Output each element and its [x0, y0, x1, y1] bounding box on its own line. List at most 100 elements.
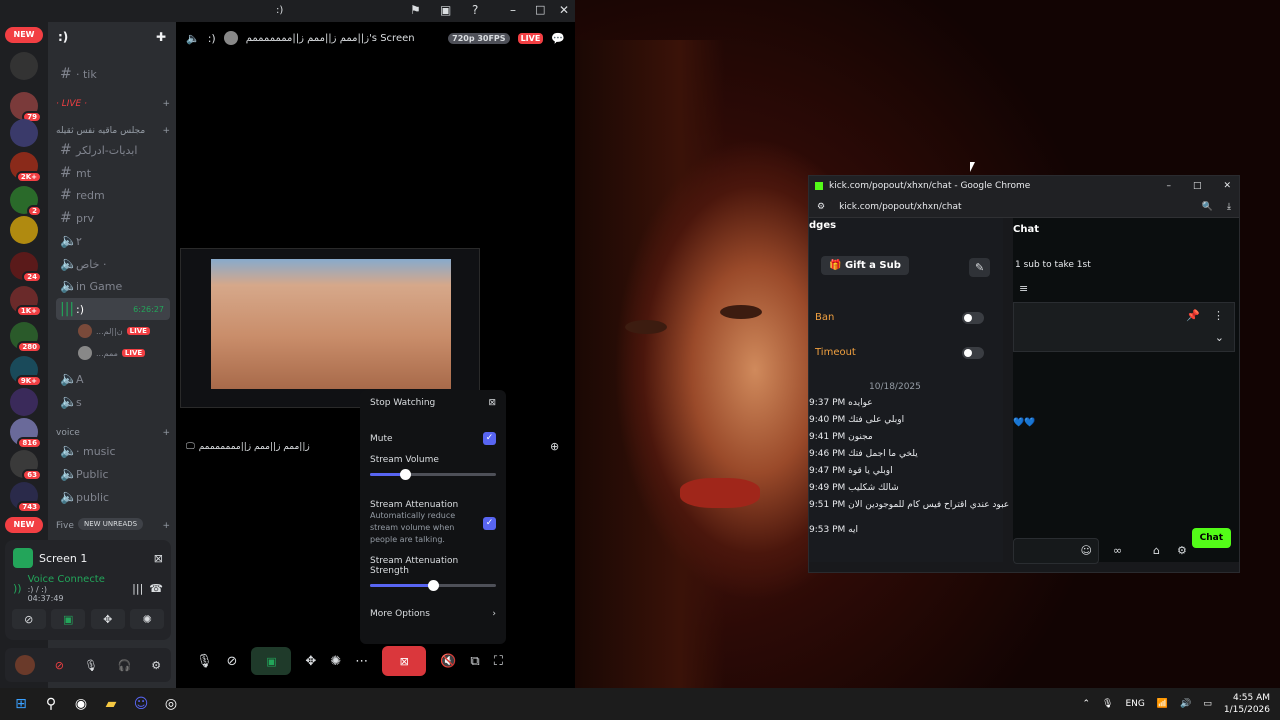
- discord-icon[interactable]: ☺: [130, 693, 152, 715]
- close-preview-icon[interactable]: ⊠: [154, 552, 163, 565]
- voice-channel-in-game[interactable]: 🔈 in Game: [56, 275, 170, 297]
- server-icon[interactable]: 24: [10, 252, 42, 283]
- add-channel-icon[interactable]: +: [162, 99, 170, 109]
- new-pill-top[interactable]: NEW: [5, 27, 43, 43]
- voice-channel-public[interactable]: 🔈 Public: [56, 463, 170, 485]
- avatar[interactable]: [14, 655, 35, 675]
- voice-channel-public-2[interactable]: 🔈 public: [56, 486, 170, 508]
- search-icon[interactable]: ⚲: [40, 693, 62, 715]
- chat-message[interactable]: 9:46 PM يلخي ما اجمل فتك: [809, 449, 918, 459]
- noise-suppression-icon[interactable]: |||: [132, 582, 143, 595]
- timeout-toggle[interactable]: [962, 347, 984, 359]
- pin-icon[interactable]: 📌: [1186, 309, 1200, 322]
- checkbox-checked-icon[interactable]: ✓: [483, 516, 496, 530]
- more-icon[interactable]: ⋮: [1213, 309, 1224, 322]
- stream-video[interactable]: [180, 248, 480, 408]
- screen-share-button[interactable]: ▣: [251, 647, 292, 675]
- channel-mt[interactable]: # mt: [56, 162, 170, 184]
- maximize-icon[interactable]: □: [535, 3, 545, 16]
- settings-gear-icon[interactable]: ⚙: [1177, 544, 1187, 557]
- server-icon[interactable]: 816: [10, 418, 42, 449]
- zoom-icon[interactable]: ⊕: [550, 440, 559, 453]
- channel-redm[interactable]: # redm: [56, 184, 170, 206]
- help-icon[interactable]: ?: [472, 3, 478, 17]
- clock[interactable]: 4:55 AM 1/15/2026: [1224, 692, 1270, 716]
- maximize-icon[interactable]: □: [1193, 181, 1202, 191]
- server-icon[interactable]: 1K+: [10, 286, 42, 317]
- mute-item[interactable]: Mute ✓: [370, 432, 496, 445]
- checkbox-checked-icon[interactable]: ✓: [483, 432, 496, 445]
- channel-arabic[interactable]: # ابديات-ادرلكر: [56, 139, 170, 161]
- voice-channel-active[interactable]: |||:) 6:26:27: [56, 298, 170, 320]
- filter-icon[interactable]: ≡: [1019, 282, 1028, 295]
- server-icon[interactable]: 743: [10, 482, 42, 513]
- close-icon[interactable]: ✕: [1223, 181, 1231, 191]
- stream-volume-slider[interactable]: [370, 469, 496, 480]
- channel-prv[interactable]: # prv: [56, 207, 170, 229]
- more-options-item[interactable]: More Options ›: [370, 609, 496, 619]
- screen-share-button[interactable]: ▣: [51, 609, 86, 629]
- stream-attenuation-item[interactable]: Stream Attenuation Automatically reduce s…: [370, 500, 496, 546]
- mod-action-icon[interactable]: ✎: [969, 258, 991, 277]
- voice-channel-a[interactable]: 🔈 A: [56, 368, 170, 390]
- chevron-up-icon[interactable]: ⌃: [1083, 699, 1091, 709]
- microphone-icon[interactable]: 🎙: [84, 659, 98, 672]
- windows-start-icon[interactable]: ⊞: [10, 693, 32, 715]
- chat-message[interactable]: 9:47 PM اوبلي يا قوة: [809, 466, 893, 476]
- chat-input[interactable]: ☺: [1013, 538, 1099, 564]
- stop-watching-item[interactable]: Stop Watching ⊠: [370, 398, 496, 408]
- battery-icon[interactable]: ▭: [1203, 699, 1212, 709]
- server-icon[interactable]: [10, 52, 38, 80]
- server-icon[interactable]: 280: [10, 322, 42, 353]
- chat-send-button[interactable]: Chat: [1191, 528, 1231, 548]
- inbox-icon[interactable]: ⚑: [410, 3, 421, 17]
- voice-channel-khas[interactable]: 🔈 خاص ·: [56, 253, 170, 275]
- slider-knob[interactable]: [400, 469, 412, 480]
- add-channel-icon[interactable]: +: [162, 428, 170, 438]
- new-unreads-pill[interactable]: NEW UNREADS: [78, 518, 144, 530]
- chrome-icon[interactable]: ◉: [70, 693, 92, 715]
- volume-icon[interactable]: 🔊: [1180, 699, 1191, 709]
- camera-off-button[interactable]: ⊘: [11, 609, 46, 629]
- users-icon[interactable]: ∞: [1113, 544, 1122, 557]
- category-live[interactable]: · LIVE · +: [56, 99, 170, 109]
- download-icon[interactable]: ⤓: [1227, 202, 1231, 212]
- camera-muted-icon[interactable]: ⊘: [55, 659, 64, 672]
- soundboard-icon[interactable]: ✺: [330, 654, 341, 669]
- new-pill-bottom[interactable]: NEW: [5, 517, 43, 533]
- chevron-down-icon[interactable]: ⌄: [1215, 331, 1224, 344]
- server-icon[interactable]: 2: [10, 186, 42, 217]
- server-icon[interactable]: [10, 216, 38, 244]
- ban-toggle[interactable]: [962, 312, 984, 324]
- headphones-icon[interactable]: 🎧: [118, 659, 132, 672]
- server-icon[interactable]: [10, 119, 38, 147]
- close-icon[interactable]: ✕: [559, 3, 569, 17]
- server-icon[interactable]: [10, 388, 38, 416]
- leave-call-button[interactable]: ⊠: [382, 646, 427, 676]
- window-mode-icon[interactable]: ▣: [440, 3, 451, 17]
- guild-header[interactable]: :) ✚: [48, 22, 176, 52]
- server-icon[interactable]: 2K+: [10, 152, 42, 183]
- emoji-icon[interactable]: ☺: [1081, 544, 1092, 557]
- disconnect-icon[interactable]: ☎: [149, 582, 163, 595]
- slider-knob[interactable]: [428, 580, 439, 591]
- voice-user-streaming[interactable]: ...ن||لم LIVE: [74, 320, 170, 342]
- chat-message[interactable]: 9:53 PM ايه: [809, 525, 858, 535]
- category-voice[interactable]: voice +: [56, 428, 170, 438]
- chat-bubble-icon[interactable]: 💬: [551, 32, 565, 45]
- url-text[interactable]: kick.com/popout/xhxn/chat: [839, 202, 961, 212]
- minimize-icon[interactable]: –: [510, 3, 516, 17]
- chat-message[interactable]: 9:37 PM عوايده: [809, 398, 873, 408]
- camera-off-icon[interactable]: ⊘: [227, 654, 238, 669]
- server-icon[interactable]: 9K+: [10, 356, 42, 387]
- pinned-message[interactable]: 📌 ⋮ ⌄: [1013, 302, 1235, 352]
- store-icon[interactable]: ⌂: [1153, 544, 1160, 557]
- voice-user-streaming[interactable]: ...ممم LIVE: [74, 342, 170, 364]
- settings-gear-icon[interactable]: ⚙: [151, 659, 161, 672]
- language-indicator[interactable]: ENG: [1125, 699, 1144, 709]
- volume-muted-icon[interactable]: 🔇: [440, 654, 456, 669]
- voice-channel[interactable]: 🔈 ٢: [56, 230, 170, 252]
- gift-sub-button[interactable]: 🎁 Gift a Sub: [821, 256, 909, 275]
- chat-message[interactable]: 9:41 PM مجنون: [809, 432, 873, 442]
- server-icon[interactable]: 79: [10, 92, 42, 123]
